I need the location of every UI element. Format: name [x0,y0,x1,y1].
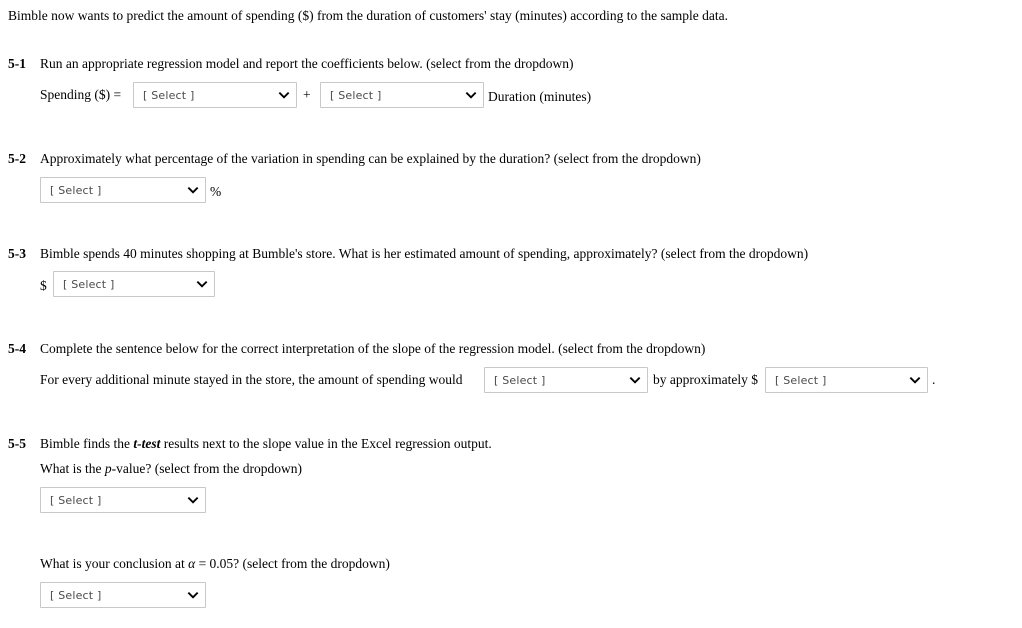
prompt-5-5-emphasis: t-test [133,436,161,451]
select-r-squared-percentage[interactable]: [ Select ] [40,177,206,203]
select-slope-direction[interactable]: [ Select ] [484,367,648,393]
select-estimated-spending[interactable]: [ Select ] [53,271,215,297]
prompt-5-5-pre: Bimble finds the [40,436,134,451]
conclusion-prompt: What is your conclusion at α = 0.05? (se… [40,556,390,572]
equation-rhs-label: Duration (minutes) [488,89,592,104]
equation-lhs-label: Spending ($) = [40,87,122,102]
chevron-down-icon [629,374,641,386]
select-slope-coefficient[interactable]: [ Select ] [320,82,484,108]
sub-prompt-post: -value? (select from the dropdown) [111,461,303,476]
select-conclusion[interactable]: [ Select ] [40,582,206,608]
intro-paragraph: Bimble now wants to predict the amount o… [8,8,729,23]
equation-plus-sign: + [303,87,311,102]
select-intercept-coefficient[interactable]: [ Select ] [133,82,297,108]
chevron-down-icon [465,89,477,101]
question-prompt-5-3: Bimble spends 40 minutes shopping at Bum… [40,246,809,261]
sub-prompt-pre: What is the [40,461,105,476]
select-estimated-spending-label: [ Select ] [63,277,115,291]
sub-prompt-p-value: What is the p-value? (select from the dr… [40,461,302,477]
select-slope-magnitude[interactable]: [ Select ] [765,367,928,393]
select-slope-magnitude-label: [ Select ] [775,373,827,387]
select-slope-direction-label: [ Select ] [494,373,546,387]
sub-prompt-emphasis: p [104,461,112,476]
select-conclusion-label: [ Select ] [50,588,102,602]
select-intercept-coefficient-label: [ Select ] [143,88,195,102]
chevron-down-icon [187,494,199,506]
slope-sentence-period: . [932,372,936,387]
question-prompt-5-5: Bimble finds the t-test results next to … [40,436,492,452]
slope-sentence-part1: For every additional minute stayed in th… [40,372,463,387]
select-p-value[interactable]: [ Select ] [40,487,206,513]
chevron-down-icon [909,374,921,386]
percent-unit-label: % [210,184,222,199]
slope-sentence-part2: by approximately $ [653,372,758,387]
prompt-5-5-post: results next to the slope value in the E… [160,436,492,451]
select-r-squared-percentage-label: [ Select ] [50,183,102,197]
chevron-down-icon [187,589,199,601]
question-prompt-5-2: Approximately what percentage of the var… [40,151,701,166]
chevron-down-icon [196,278,208,290]
question-number-5-5: 5-5 [8,436,26,451]
select-slope-coefficient-label: [ Select ] [330,88,382,102]
conclusion-post: = 0.05? (select from the dropdown) [195,556,390,571]
question-prompt-5-1: Run an appropriate regression model and … [40,56,574,71]
select-p-value-label: [ Select ] [50,493,102,507]
question-number-5-4: 5-4 [8,341,26,356]
question-number-5-1: 5-1 [8,56,26,71]
chevron-down-icon [187,184,199,196]
question-number-5-3: 5-3 [8,246,26,261]
question-prompt-5-4: Complete the sentence below for the corr… [40,341,706,356]
chevron-down-icon [278,89,290,101]
question-number-5-2: 5-2 [8,151,26,166]
currency-symbol-label: $ [40,278,47,293]
conclusion-pre: What is your conclusion at [40,556,189,571]
